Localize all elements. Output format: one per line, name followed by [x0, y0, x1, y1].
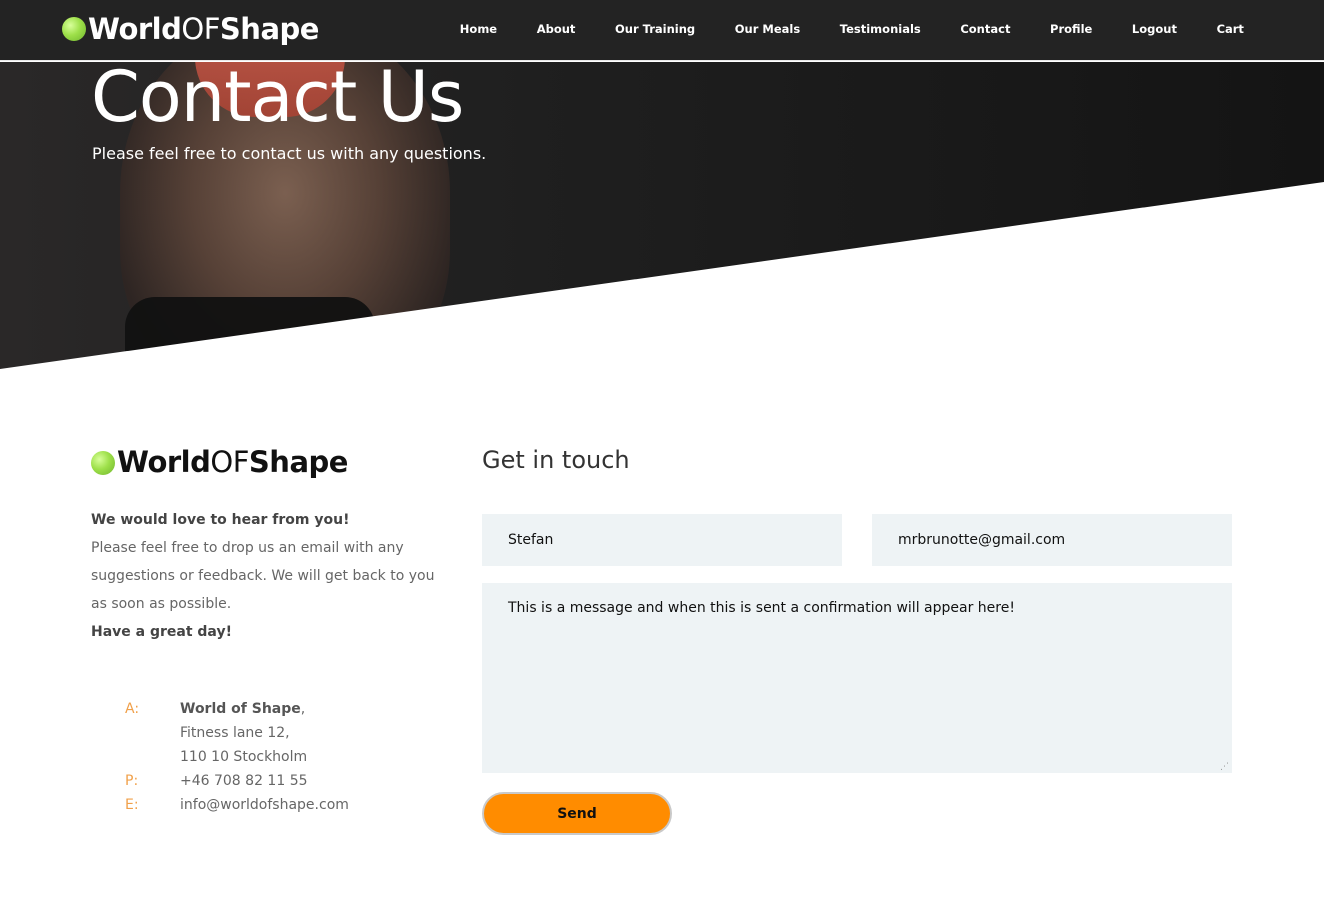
brand-name: WorldOFShape — [88, 11, 319, 46]
logo-ball-icon — [91, 450, 115, 475]
page-title: Contact Us — [91, 62, 464, 138]
address-block: A: World of Shape, Fitness lane 12, 110 … — [125, 697, 349, 817]
contact-intro: We would love to hear from you! Please f… — [91, 506, 441, 646]
nav-item-testimonials[interactable]: Testimonials — [840, 22, 921, 36]
nav-item-home[interactable]: Home — [460, 22, 497, 36]
email-field[interactable] — [872, 514, 1232, 566]
address-row: 110 10 Stockholm — [125, 745, 349, 769]
address-city: 110 10 Stockholm — [180, 749, 308, 765]
nav-item-logout[interactable]: Logout — [1132, 22, 1177, 36]
intro-closing: Have a great day! — [91, 624, 232, 640]
contact-email: info@worldofshape.com — [180, 797, 349, 813]
nav-item-profile[interactable]: Profile — [1050, 22, 1092, 36]
message-field[interactable]: This is a message and when this is sent … — [482, 583, 1232, 773]
phone-number: +46 708 82 11 55 — [180, 773, 308, 789]
phone-label: P: — [125, 773, 139, 789]
hero-banner: Contact Us Please feel free to contact u… — [0, 62, 1324, 369]
page-subtitle: Please feel free to contact us with any … — [92, 144, 487, 163]
address-label: A: — [125, 701, 140, 717]
phone-row: P: +46 708 82 11 55 — [125, 769, 349, 793]
navbar: WorldOFShape Home About Our Training Our… — [0, 0, 1324, 61]
footer-brand-logo: WorldOFShape — [91, 448, 348, 477]
address-street: Fitness lane 12, — [180, 725, 290, 741]
form-title: Get in touch — [482, 446, 630, 474]
nav-item-about[interactable]: About — [537, 22, 576, 36]
resize-grip-icon[interactable]: ⋰ — [1220, 761, 1230, 771]
brand-logo[interactable]: WorldOFShape — [62, 12, 319, 46]
name-field[interactable] — [482, 514, 842, 566]
main-nav: Home About Our Training Our Meals Testim… — [440, 0, 1264, 58]
email-label: E: — [125, 797, 139, 813]
send-button[interactable]: Send — [482, 792, 672, 835]
nav-item-contact[interactable]: Contact — [960, 22, 1010, 36]
email-row: E: info@worldofshape.com — [125, 793, 349, 817]
nav-item-our-training[interactable]: Our Training — [615, 22, 695, 36]
address-company: World of Shape, — [180, 701, 306, 717]
address-row: Fitness lane 12, — [125, 721, 349, 745]
nav-item-cart[interactable]: Cart — [1217, 22, 1244, 36]
address-row: A: World of Shape, — [125, 697, 349, 721]
logo-ball-icon — [62, 17, 86, 41]
intro-text: Please feel free to drop us an email wit… — [91, 540, 435, 612]
nav-item-our-meals[interactable]: Our Meals — [735, 22, 800, 36]
intro-heading: We would love to hear from you! — [91, 512, 350, 528]
brand-name: WorldOFShape — [117, 445, 348, 479]
